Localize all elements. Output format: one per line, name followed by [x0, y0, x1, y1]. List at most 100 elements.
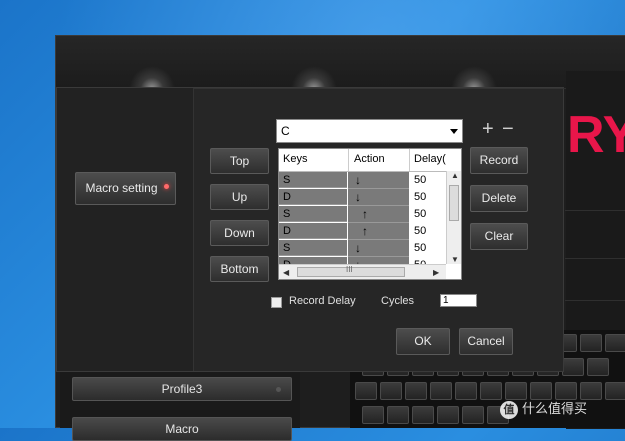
delay-cell: 50: [410, 172, 446, 188]
divider: [565, 210, 625, 211]
keycap: [455, 382, 477, 400]
record-delay-label: Record Delay: [289, 295, 356, 307]
scroll-thumb[interactable]: III: [297, 265, 405, 277]
table-row[interactable]: D ↓ 50: [279, 189, 446, 206]
table-row[interactable]: S ↑ 50: [279, 206, 446, 223]
key-cell: S: [279, 206, 347, 222]
delay-cell: 50: [410, 206, 446, 222]
watermark: 值什么值得买: [500, 398, 587, 420]
status-dot-icon: [276, 387, 281, 392]
button-label: Cancel: [467, 334, 505, 348]
divider: [348, 149, 349, 171]
button-label: Delete: [481, 191, 517, 205]
profile-item-macro[interactable]: Macro: [72, 417, 292, 441]
cancel-button[interactable]: Cancel: [459, 328, 513, 355]
macro-setting-button[interactable]: Macro setting: [75, 172, 176, 205]
macro-select-value: C: [281, 124, 290, 138]
cycles-field[interactable]: 1: [440, 294, 477, 307]
button-label: Down: [224, 226, 255, 240]
down-arrow-icon: ↓: [355, 173, 361, 187]
table-row[interactable]: D ↑ 50: [279, 223, 446, 240]
keycap: [405, 382, 427, 400]
macro-event-table[interactable]: Keys Action Delay( S ↓ 50 D ↓ 50 S ↑ 50 …: [278, 148, 462, 280]
up-arrow-icon: ↑: [362, 224, 368, 238]
record-button[interactable]: Record: [470, 147, 528, 174]
up-arrow-icon: ↑: [362, 207, 368, 221]
key-cell: D: [279, 189, 347, 205]
action-cell: ↓: [348, 172, 409, 189]
clear-button[interactable]: Clear: [470, 223, 528, 250]
scroll-up-icon[interactable]: ▲: [451, 171, 459, 180]
button-label: OK: [414, 334, 432, 348]
down-arrow-icon: ↓: [355, 241, 361, 255]
keycap: [605, 334, 625, 352]
keycap: [362, 406, 384, 424]
cycles-label: Cycles: [381, 295, 415, 307]
vertical-scrollbar[interactable]: ▲ ▼: [446, 171, 461, 264]
divider: [565, 258, 625, 259]
scroll-grip: III: [346, 265, 353, 274]
action-cell: ↓: [348, 189, 409, 206]
column-header-delay[interactable]: Delay(: [414, 153, 446, 165]
scroll-right-icon[interactable]: ▶: [433, 268, 439, 277]
keycap: [380, 382, 402, 400]
add-macro-button[interactable]: +: [482, 118, 494, 140]
brand-logo: RY: [567, 106, 625, 164]
keycap: [562, 358, 584, 376]
delete-button[interactable]: Delete: [470, 185, 528, 212]
scroll-left-icon[interactable]: ◀: [283, 268, 289, 277]
column-header-keys[interactable]: Keys: [283, 153, 307, 165]
action-cell: ↑: [348, 223, 409, 240]
column-header-action[interactable]: Action: [354, 153, 385, 165]
delay-cell: 50: [410, 223, 446, 239]
divider: [409, 149, 410, 171]
macro-select[interactable]: C: [276, 119, 463, 143]
table-header: Keys Action Delay(: [279, 149, 461, 172]
button-label: Clear: [484, 229, 514, 243]
watermark-text: 什么值得买: [522, 402, 588, 417]
keycap: [587, 358, 609, 376]
table-row[interactable]: S ↓ 50: [279, 240, 446, 257]
button-label: Up: [231, 190, 248, 204]
active-indicator-icon: [164, 184, 169, 189]
table-row[interactable]: S ↓ 50: [279, 172, 446, 189]
action-cell: ↓: [348, 240, 409, 257]
key-cell: D: [279, 223, 347, 239]
keycap: [387, 406, 409, 424]
remove-macro-button[interactable]: −: [502, 118, 514, 140]
key-cell: S: [279, 172, 347, 188]
watermark-badge-icon: 值: [500, 400, 518, 419]
delay-cell: 50: [410, 240, 446, 256]
button-label: Bottom: [220, 262, 259, 276]
divider: [565, 300, 625, 301]
key-cell: S: [279, 240, 347, 256]
scroll-thumb[interactable]: [449, 185, 459, 221]
delay-cell: 50: [410, 189, 446, 205]
profile-item-profile3[interactable]: Profile3: [72, 377, 292, 401]
button-label: Top: [229, 154, 250, 168]
keycap: [462, 406, 484, 424]
keycap: [480, 382, 502, 400]
macro-setting-label: Macro setting: [85, 181, 158, 195]
keycap: [355, 382, 377, 400]
keycap: [605, 382, 625, 400]
ok-button[interactable]: OK: [396, 328, 450, 355]
profile-label: Profile3: [161, 382, 203, 396]
button-label: Record: [479, 153, 519, 167]
move-down-button[interactable]: Down: [210, 220, 269, 246]
keycap: [430, 382, 452, 400]
horizontal-scrollbar[interactable]: ◀ III ▶: [279, 264, 446, 279]
move-up-button[interactable]: Up: [210, 184, 269, 210]
keycap: [580, 334, 602, 352]
keycap: [437, 406, 459, 424]
scroll-down-icon[interactable]: ▼: [451, 255, 459, 264]
record-delay-checkbox[interactable]: [271, 297, 282, 308]
move-bottom-button[interactable]: Bottom: [210, 256, 269, 282]
dialog-sidebar: [57, 88, 194, 371]
chevron-down-icon: [450, 129, 458, 134]
action-cell: ↑: [348, 206, 409, 223]
move-top-button[interactable]: Top: [210, 148, 269, 174]
divider: [194, 88, 564, 89]
header-band: [56, 36, 625, 112]
keycap: [412, 406, 434, 424]
